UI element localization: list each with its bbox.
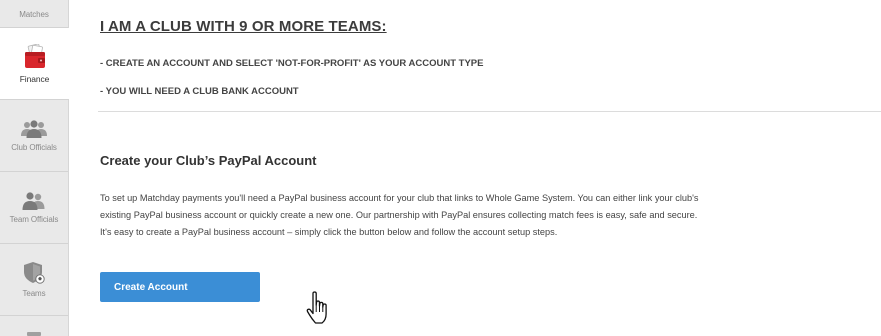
create-account-button[interactable]: Create Account	[100, 272, 260, 302]
sidebar-item-label: Club Officials	[11, 143, 57, 152]
app-window: Matches Finance Club Officials Team Offi…	[0, 0, 881, 336]
sidebar-item-more[interactable]	[0, 316, 68, 336]
sidebar-item-finance[interactable]: Finance	[0, 28, 69, 100]
section-title: Create your Club’s PayPal Account	[100, 153, 317, 168]
sidebar-item-teams[interactable]: Teams	[0, 244, 68, 316]
sidebar-item-label: Matches	[19, 10, 49, 19]
sidebar-item-label: Teams	[22, 289, 46, 298]
sidebar: Matches Finance Club Officials Team Offi…	[0, 0, 69, 336]
description-line: To set up Matchday payments you'll need …	[100, 193, 699, 203]
requirement-item: - CREATE AN ACCOUNT AND SELECT 'NOT-FOR-…	[100, 58, 484, 69]
description-line: It's easy to create a PayPal business ac…	[100, 227, 558, 237]
sidebar-item-label: Finance	[19, 73, 50, 84]
description-text: To set up Matchday payments you'll need …	[100, 190, 881, 241]
wallet-icon	[23, 43, 47, 70]
hand-pointer-cursor-icon	[306, 291, 332, 330]
description-line: existing PayPal business account or quic…	[100, 210, 698, 220]
shield-ball-icon	[22, 261, 46, 285]
people-pair-icon	[21, 191, 47, 211]
sidebar-item-team-officials[interactable]: Team Officials	[0, 172, 68, 244]
people-group-icon	[20, 119, 48, 139]
sidebar-item-club-officials[interactable]: Club Officials	[0, 100, 68, 172]
page-heading: I AM A CLUB WITH 9 OR MORE TEAMS:	[100, 18, 387, 35]
partial-icon	[22, 326, 46, 336]
section-divider	[98, 111, 881, 112]
sidebar-item-label: Team Officials	[9, 215, 59, 224]
requirement-item: - YOU WILL NEED A CLUB BANK ACCOUNT	[100, 86, 299, 97]
main-content: I AM A CLUB WITH 9 OR MORE TEAMS: - CREA…	[98, 0, 881, 336]
sidebar-item-matches[interactable]: Matches	[0, 0, 68, 28]
